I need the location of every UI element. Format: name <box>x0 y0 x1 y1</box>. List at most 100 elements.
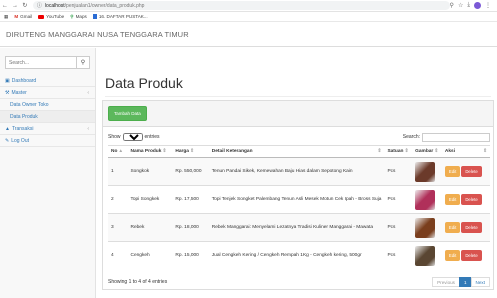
address-bar[interactable]: ⓘ localhost/penjualan1/owner/data_produk… <box>32 1 450 10</box>
reload-icon[interactable]: ↻ <box>20 2 30 9</box>
product-image <box>415 161 436 182</box>
sort-asc-icon: ▲ <box>118 149 124 154</box>
col-header-gambar[interactable]: Gambar⇕ <box>412 145 442 158</box>
col-header-harga[interactable]: Harga⇕ <box>172 145 209 158</box>
sort-icon: ⇕ <box>404 149 409 154</box>
table-search-input[interactable] <box>422 132 490 142</box>
site-title[interactable]: DIRUTENG MANGGARAI NUSA TENGGARA TIMUR <box>6 30 189 39</box>
maps-icon: ⚲ <box>70 13 74 19</box>
table-row: 3 Rebek Rp. 18,000 Rebek Manggarai: Menyela… <box>108 213 490 242</box>
data-panel: Tambah Data Show 10 entries Search: No▲ … <box>102 100 494 290</box>
profile-avatar[interactable] <box>474 2 481 9</box>
product-image <box>415 245 436 266</box>
cell-aksi: Edit Delete <box>441 213 490 242</box>
edit-button[interactable]: Edit <box>444 250 461 262</box>
table-footer: Showing 1 to 4 of 4 entries Previous 1 N… <box>108 277 490 287</box>
cell-harga: Rp. 550,000 <box>172 157 209 186</box>
entries-label: entries <box>144 134 160 140</box>
cell-harga: Rp. 18,000 <box>172 213 209 242</box>
col-header-detail[interactable]: Detail Keterangan ⇕ <box>208 145 385 158</box>
search-label: Search: <box>402 134 420 140</box>
cell-nama: Rebek <box>127 213 173 242</box>
cell-detail: Topi Tenjek Songket Palembang Tenun Asli… <box>208 185 385 214</box>
sidebar-item-data-owner-toko[interactable]: Data Owner Toko <box>0 99 95 111</box>
cell-satuan: Pcs <box>384 241 413 270</box>
cell-no: 1 <box>108 157 128 186</box>
url-host: localhost <box>44 2 65 9</box>
delete-button[interactable]: Delete <box>461 166 482 177</box>
table-row: 4 Cengkeh Rp. 15,000 Jual Cengkeh Kering / … <box>108 241 490 270</box>
table-controls: Show 10 entries Search: <box>108 131 490 143</box>
edit-button[interactable]: Edit <box>444 194 461 205</box>
pagination: Previous 1 Next <box>432 277 490 287</box>
delete-button[interactable]: Delete <box>461 194 482 205</box>
cell-satuan: Pcs <box>384 213 413 242</box>
next-button[interactable]: Next <box>470 277 490 287</box>
download-icon[interactable]: ⤓ <box>467 2 470 9</box>
products-table: No▲ Nama Produk⇕ Harga⇕ Detail Keteranga… <box>108 145 490 270</box>
cell-gambar <box>412 157 442 186</box>
bookmarks-bar: ▦ M Gmail YouTube ⚲ Maps 16. DAFTAR PUSTAK… <box>0 12 497 22</box>
doc-icon <box>92 14 97 19</box>
sidebar-item-dashboard[interactable]: ▣ Dashboard <box>0 75 95 87</box>
cell-detail: Tenun Pandai Sikek, Kemewahan Baju Hias … <box>208 157 385 186</box>
delete-button[interactable]: Delete <box>461 222 482 233</box>
bookmark-maps[interactable]: ⚲ Maps <box>70 14 87 20</box>
main-content: Data Produk Tambah Data Show 10 entries … <box>97 48 497 298</box>
cell-nama: Cengkeh <box>127 241 173 270</box>
cell-harga: Rp. 17,500 <box>172 185 209 214</box>
sort-icon: ⇕ <box>189 149 195 154</box>
gmail-icon: M <box>14 14 19 19</box>
menu-icon[interactable]: ⋮ <box>485 2 491 9</box>
cell-no: 2 <box>108 185 128 214</box>
sidebar-search: ⚲ <box>5 56 90 69</box>
col-header-no[interactable]: No▲ <box>108 145 128 158</box>
table-row: 1 Songkok Rp. 550,000 Tenun Pandai Sikek, K… <box>108 157 490 186</box>
col-header-aksi[interactable]: Aksi ⇕ <box>441 145 490 158</box>
sort-icon: ⇕ <box>434 149 439 154</box>
cell-gambar <box>412 241 442 270</box>
sidebar-item-master[interactable]: ⚒ Master ‹ <box>0 87 95 99</box>
bookmark-star-icon[interactable]: ☆ <box>458 2 463 9</box>
info-icon: ⓘ <box>36 3 42 9</box>
entries-select[interactable]: 10 <box>122 133 143 141</box>
chart-icon: ▲ <box>5 125 10 132</box>
add-data-button[interactable]: Tambah Data <box>108 106 147 121</box>
sidebar-item-logout[interactable]: ✎ Log Out <box>0 135 95 147</box>
col-header-nama[interactable]: Nama Produk⇕ <box>127 145 173 158</box>
cell-aksi: Edit Delete <box>441 241 490 270</box>
edit-button[interactable]: Edit <box>444 222 461 233</box>
zoom-icon[interactable]: ⚲ <box>450 2 454 9</box>
chevron-left-icon: ‹ <box>87 125 89 132</box>
table-row: 2 Topi Songkek Rp. 17,500 Topi Tenjek Songk… <box>108 185 490 214</box>
bookmark-gmail[interactable]: M Gmail <box>14 14 32 19</box>
previous-button[interactable]: Previous <box>432 277 460 287</box>
col-header-satuan[interactable]: Satuan⇕ <box>384 145 413 158</box>
forward-icon[interactable]: → <box>10 3 20 9</box>
logout-icon: ✎ <box>5 137 10 144</box>
cell-gambar <box>412 185 442 214</box>
youtube-icon <box>38 14 45 19</box>
bookmark-youtube[interactable]: YouTube <box>38 14 64 19</box>
sort-icon: ⇕ <box>377 149 382 154</box>
site-header: DIRUTENG MANGGARAI NUSA TENGGARA TIMUR <box>0 23 497 47</box>
sidebar-item-data-produk[interactable]: Data Produk <box>0 111 95 123</box>
sidebar-search-input[interactable] <box>5 56 76 69</box>
cell-nama: Topi Songkek <box>127 185 173 214</box>
page-title: Data Produk <box>105 75 183 91</box>
cell-aksi: Edit Delete <box>441 185 490 214</box>
cell-gambar <box>412 213 442 242</box>
cell-nama: Songkok <box>127 157 173 186</box>
show-label: Show <box>108 134 121 140</box>
cell-satuan: Pcs <box>384 157 413 186</box>
edit-button[interactable]: Edit <box>444 166 461 177</box>
apps-icon[interactable]: ▦ <box>4 14 8 20</box>
bookmark-daftar-pustaka[interactable]: 16. DAFTAR PUSTAK... <box>92 14 148 19</box>
product-image <box>415 217 436 238</box>
cell-detail: Jual Cengkeh Kering / Cengkeh Rempah 1Kg… <box>208 241 385 270</box>
search-icon[interactable]: ⚲ <box>76 56 90 69</box>
back-icon[interactable]: ← <box>0 3 10 9</box>
sidebar-item-transaksi[interactable]: ▲ Transaksi ‹ <box>0 123 95 135</box>
delete-button[interactable]: Delete <box>461 250 482 262</box>
entries-info: Showing 1 to 4 of 4 entries <box>108 279 168 285</box>
